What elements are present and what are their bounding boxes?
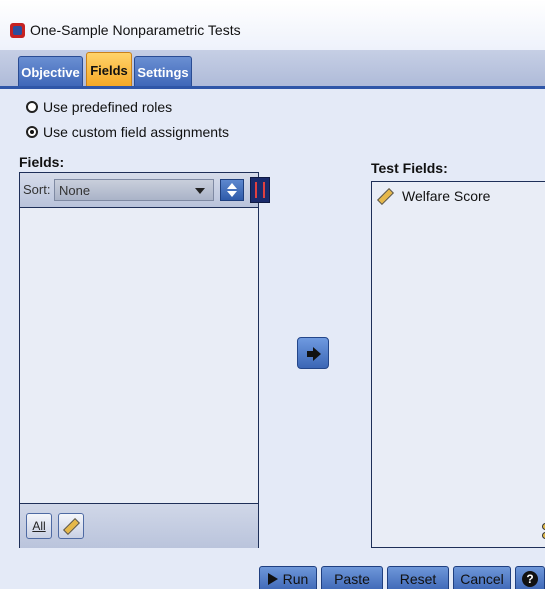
test-field-name: Welfare Score <box>402 188 491 204</box>
app-icon <box>10 23 25 38</box>
window-title: One-Sample Nonparametric Tests <box>30 22 241 38</box>
sort-value: None <box>59 183 91 198</box>
run-label: Run <box>282 571 309 587</box>
title-bar: One-Sample Nonparametric Tests <box>0 0 545 50</box>
move-right-arrow-button[interactable] <box>297 337 329 369</box>
cancel-button[interactable]: Cancel <box>453 566 511 589</box>
paste-button[interactable]: Paste <box>321 566 383 589</box>
reset-button[interactable]: Reset <box>387 566 449 589</box>
sort-bar: Sort: None <box>20 173 270 208</box>
all-button[interactable]: All <box>26 513 52 539</box>
radio-custom-field-assignments[interactable] <box>26 126 38 138</box>
option-custom-field-assignments[interactable]: Use custom field assignments <box>26 123 229 141</box>
option-predefined-label: Use predefined roles <box>43 99 173 115</box>
help-icon: ? <box>522 571 538 587</box>
sort-order-button[interactable] <box>220 179 244 201</box>
sort-select[interactable]: None <box>54 179 214 201</box>
option-custom-label: Use custom field assignments <box>43 124 229 140</box>
help-button[interactable]: ? <box>515 566 545 589</box>
test-fields-panel[interactable]: Welfare Score <box>371 181 545 548</box>
chevron-down-icon <box>195 188 205 194</box>
dialog-window: One-Sample Nonparametric Tests Objective… <box>0 0 545 589</box>
fields-list[interactable] <box>20 208 258 503</box>
option-predefined-roles[interactable]: Use predefined roles <box>26 98 172 116</box>
ruler-icon <box>377 187 394 205</box>
play-icon <box>267 573 278 585</box>
ruler-icon <box>62 517 80 535</box>
tab-fields[interactable]: Fields <box>86 52 132 88</box>
fields-panel: Sort: None All <box>19 172 270 548</box>
tab-settings[interactable]: Settings <box>134 56 192 87</box>
radio-predefined-roles[interactable] <box>26 101 38 113</box>
run-button[interactable]: Run <box>259 566 317 589</box>
tab-strip: Objective Fields Settings <box>0 50 545 88</box>
tab-objective[interactable]: Objective <box>18 56 83 87</box>
measure-filter-button[interactable] <box>58 513 84 539</box>
test-fields-label: Test Fields: <box>371 160 448 176</box>
fields-label: Fields: <box>19 154 65 170</box>
fields-footer: All <box>20 503 258 548</box>
list-item[interactable]: Welfare Score <box>377 187 491 205</box>
sort-label: Sort: <box>23 182 51 197</box>
tab-underline <box>0 86 545 89</box>
dictionary-icon[interactable] <box>250 177 270 203</box>
